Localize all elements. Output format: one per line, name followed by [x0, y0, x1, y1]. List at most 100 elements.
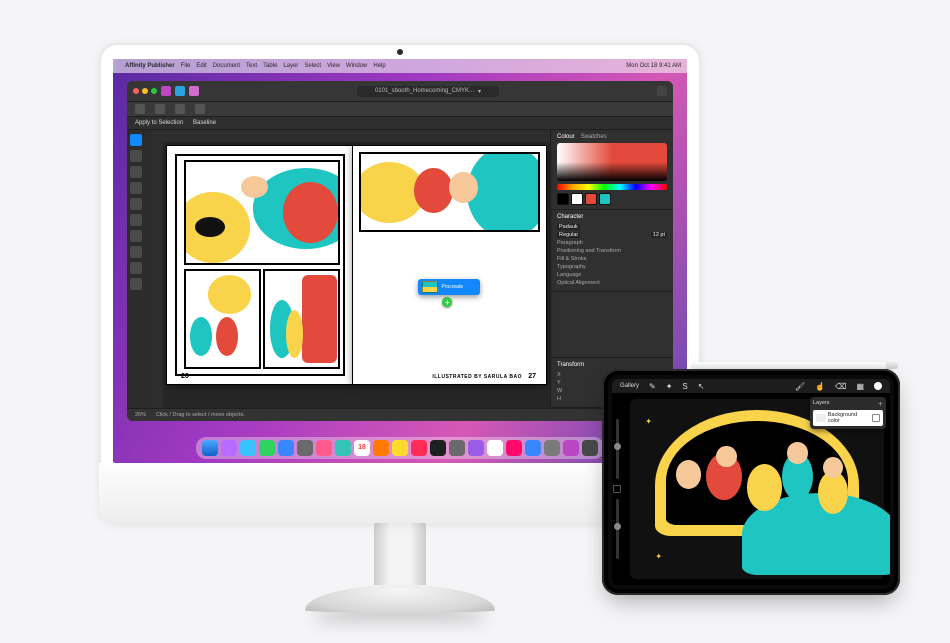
- opacity-slider[interactable]: [616, 499, 619, 559]
- layers-panel[interactable]: Layers ＋ Background color: [810, 397, 886, 429]
- toolbar-align-icon[interactable]: [195, 104, 205, 114]
- dock-news[interactable]: [487, 440, 503, 456]
- minimize-button[interactable]: [142, 88, 148, 94]
- dock-messages[interactable]: [259, 440, 275, 456]
- tool-zoom[interactable]: [130, 278, 142, 290]
- dock-appstore[interactable]: [449, 440, 465, 456]
- ruler-horizontal: [163, 130, 550, 142]
- swatch[interactable]: [585, 193, 597, 205]
- context-apply-label: Apply to Selection: [135, 120, 183, 126]
- section-fill-stroke[interactable]: Fill & Stroke: [557, 256, 587, 262]
- menu-text[interactable]: Text: [246, 63, 257, 69]
- colour-picker[interactable]: [557, 143, 667, 181]
- brush-tool-icon[interactable]: 🖌: [795, 382, 805, 391]
- swatch[interactable]: [557, 193, 569, 205]
- main-toolbar: [127, 101, 673, 117]
- section-typography[interactable]: Typography: [557, 264, 586, 270]
- cursor-icon[interactable]: ↖: [698, 382, 705, 391]
- ipad: Gallery ✎ ✦ S ↖ 🖌 ☝ ⌫ ▦: [602, 369, 900, 595]
- persona-publisher-icon[interactable]: [161, 86, 171, 96]
- fullscreen-button[interactable]: [151, 88, 157, 94]
- tab-colour[interactable]: Colour: [557, 134, 575, 140]
- dock-maps[interactable]: [297, 440, 313, 456]
- font-style-input[interactable]: Regular: [557, 232, 580, 238]
- menu-layer[interactable]: Layer: [283, 63, 298, 69]
- hue-slider[interactable]: [557, 184, 667, 190]
- menu-document[interactable]: Document: [213, 63, 240, 69]
- menu-file[interactable]: File: [181, 63, 191, 69]
- dock-calendar[interactable]: 18: [354, 440, 370, 456]
- tool-hand[interactable]: [130, 262, 142, 274]
- ipad-screen: Gallery ✎ ✦ S ↖ 🖌 ☝ ⌫ ▦: [612, 379, 890, 585]
- dock-mail[interactable]: [278, 440, 294, 456]
- tool-text[interactable]: [130, 150, 142, 162]
- brush-size-slider[interactable]: [616, 419, 619, 479]
- dock-notes[interactable]: [392, 440, 408, 456]
- tool-frame[interactable]: [130, 166, 142, 178]
- drag-plus-badge: +: [442, 297, 452, 307]
- add-layer-icon[interactable]: ＋: [877, 400, 883, 408]
- section-positioning[interactable]: Positioning and Transform: [557, 248, 621, 254]
- dock-app[interactable]: [221, 440, 237, 456]
- dock-photos[interactable]: [316, 440, 332, 456]
- status-zoom[interactable]: 26%: [135, 412, 146, 418]
- export-icon[interactable]: [657, 86, 667, 96]
- menu-help[interactable]: Help: [373, 63, 385, 69]
- section-language[interactable]: Language: [557, 272, 581, 278]
- tool-crop[interactable]: [130, 230, 142, 242]
- menu-select[interactable]: Select: [304, 63, 321, 69]
- color-swatch-icon[interactable]: [874, 382, 882, 390]
- dock-affinity-publisher[interactable]: [563, 440, 579, 456]
- menu-view[interactable]: View: [327, 63, 340, 69]
- toolbar-zoom-icon[interactable]: [175, 104, 185, 114]
- select-icon[interactable]: S: [682, 382, 687, 391]
- swatch[interactable]: [571, 193, 583, 205]
- menu-table[interactable]: Table: [263, 63, 277, 69]
- menubar-app-name[interactable]: Affinity Publisher: [125, 63, 175, 69]
- tab-swatches[interactable]: Swatches: [581, 134, 607, 140]
- tool-pen[interactable]: [130, 182, 142, 194]
- section-paragraph[interactable]: Paragraph: [557, 240, 583, 246]
- persona-designer-icon[interactable]: [175, 86, 185, 96]
- procreate-gallery-button[interactable]: Gallery: [620, 383, 639, 389]
- spread-page-left[interactable]: 26: [167, 146, 353, 384]
- dock-podcasts[interactable]: [468, 440, 484, 456]
- swatch[interactable]: [599, 193, 611, 205]
- menu-window[interactable]: Window: [346, 63, 367, 69]
- smudge-tool-icon[interactable]: ☝: [815, 382, 825, 391]
- layer-visibility-checkbox[interactable]: [872, 414, 880, 422]
- document-tab[interactable]: 0101_sbooth_Homecoming_CMYK... ▾: [357, 86, 499, 97]
- dock-app[interactable]: [506, 440, 522, 456]
- tool-shape[interactable]: [130, 198, 142, 210]
- adjust-icon[interactable]: ✦: [666, 382, 673, 391]
- universal-control-drag-item[interactable]: Procreate: [418, 279, 480, 295]
- dock-settings[interactable]: [544, 440, 560, 456]
- tool-vector[interactable]: [130, 246, 142, 258]
- dock-safari[interactable]: [240, 440, 256, 456]
- dock-finder[interactable]: [202, 440, 218, 456]
- layer-row[interactable]: Background color: [813, 410, 883, 426]
- section-optical-align[interactable]: Optical Alignment: [557, 280, 600, 286]
- toolbar-node-icon[interactable]: [155, 104, 165, 114]
- dock-tv[interactable]: [430, 440, 446, 456]
- font-size-input[interactable]: 12 pt: [651, 232, 667, 238]
- persona-photo-icon[interactable]: [189, 86, 199, 96]
- eraser-tool-icon[interactable]: ⌫: [835, 382, 846, 391]
- tool-fill[interactable]: [130, 214, 142, 226]
- procreate-canvas[interactable]: ✦ ✦ ✦ Layers ＋ Background color: [624, 393, 890, 585]
- dock-facetime[interactable]: [335, 440, 351, 456]
- modify-button[interactable]: [613, 485, 621, 493]
- font-family-input[interactable]: Padauk: [557, 224, 580, 230]
- dock-app[interactable]: [525, 440, 541, 456]
- tool-move[interactable]: [130, 134, 142, 146]
- menu-edit[interactable]: Edit: [196, 63, 206, 69]
- spread-page-right[interactable]: 27 ILLUSTRATED BY SARULA BAO Procreate +: [353, 146, 546, 384]
- toolbar-move-icon[interactable]: [135, 104, 145, 114]
- canvas[interactable]: 26 27: [163, 142, 550, 408]
- dock-app[interactable]: [373, 440, 389, 456]
- layers-icon[interactable]: ▦: [856, 382, 864, 391]
- close-button[interactable]: [133, 88, 139, 94]
- dock-music[interactable]: [411, 440, 427, 456]
- brush-icon[interactable]: ✎: [649, 382, 656, 391]
- dock-trash[interactable]: [582, 440, 598, 456]
